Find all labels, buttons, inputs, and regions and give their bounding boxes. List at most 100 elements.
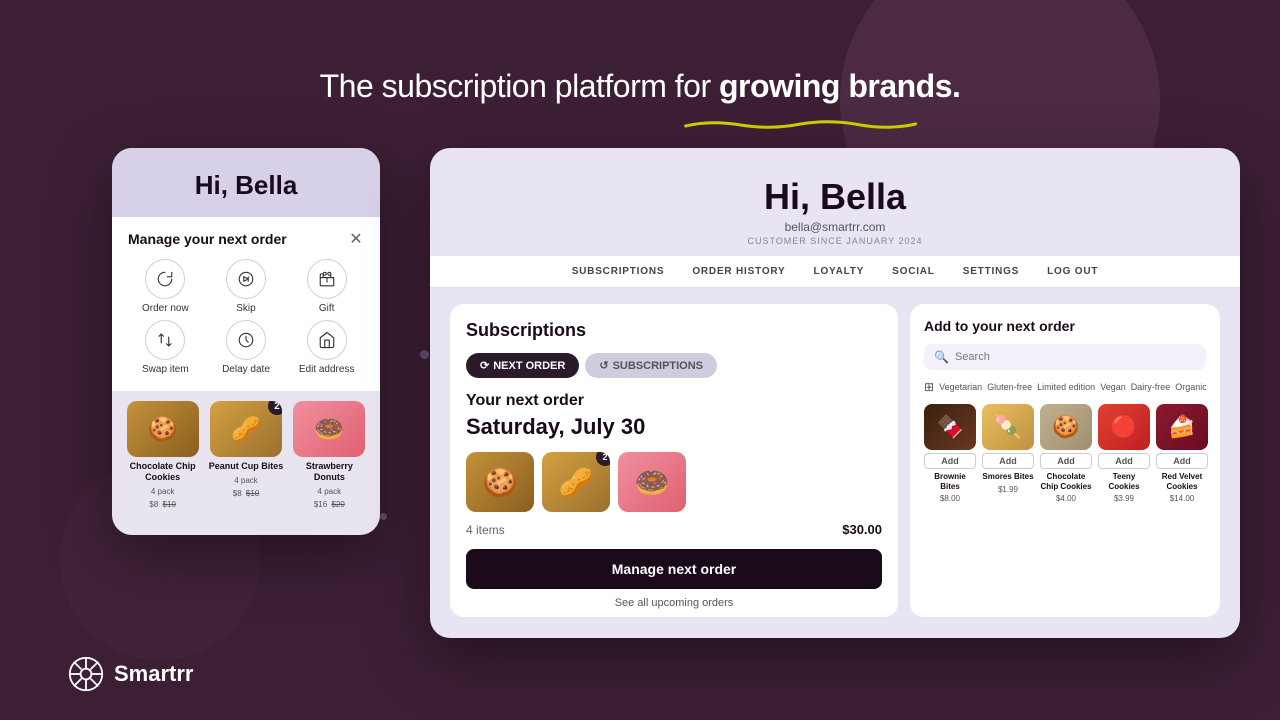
add-teeny-button[interactable]: Add bbox=[1098, 453, 1150, 469]
nav-logout[interactable]: LOG OUT bbox=[1047, 266, 1098, 277]
add-product-choc-img: 🍪 bbox=[1040, 404, 1092, 450]
action-edit-address[interactable]: Edit address bbox=[289, 320, 364, 375]
nav-social[interactable]: SOCIAL bbox=[892, 266, 935, 277]
add-product-teeny-img: 🔴 bbox=[1098, 404, 1150, 450]
hero-section: The subscription platform for growing br… bbox=[320, 68, 961, 138]
mobile-card-header: Hi, Bella bbox=[112, 148, 380, 217]
window-header: Hi, Bella bella@smartrr.com CUSTOMER SIN… bbox=[430, 148, 1240, 256]
edit-address-icon bbox=[307, 320, 347, 360]
filter-vegan[interactable]: Vegan bbox=[1100, 382, 1126, 392]
gift-icon bbox=[307, 259, 347, 299]
underline-decoration bbox=[320, 101, 961, 138]
order-item-2: 🥜 2 bbox=[542, 452, 610, 512]
product-image-straw: 🍩 bbox=[293, 401, 365, 457]
product-pack-peanut: 4 pack bbox=[234, 476, 258, 485]
action-gift-label: Gift bbox=[319, 303, 335, 314]
filter-limited[interactable]: Limited edition bbox=[1037, 382, 1095, 392]
smartrr-logo-icon bbox=[68, 656, 104, 692]
dialog-title: Manage your next order bbox=[128, 231, 364, 247]
desktop-greeting: Hi, Bella bbox=[430, 176, 1240, 218]
add-product-choc-name: Chocolate Chip Cookies bbox=[1040, 472, 1092, 491]
action-edit-address-label: Edit address bbox=[299, 364, 355, 375]
product-pack-straw: 4 pack bbox=[318, 487, 342, 496]
action-delay-label: Delay date bbox=[222, 364, 270, 375]
order-item-3: 🍩 bbox=[618, 452, 686, 512]
action-skip[interactable]: Skip bbox=[209, 259, 284, 314]
product-item: 🍪 Chocolate Chip Cookies 4 pack $8 $10 bbox=[124, 401, 201, 509]
subscriptions-tab-icon: ↺ bbox=[599, 359, 608, 372]
tab-subscriptions-label: SUBSCRIPTIONS bbox=[613, 360, 703, 372]
order-items: 🍪 🥜 2 🍩 bbox=[466, 452, 882, 512]
smartrr-logo: Smartrr bbox=[68, 656, 193, 692]
product-pack-choc: 4 pack bbox=[151, 487, 175, 496]
subscriptions-title: Subscriptions bbox=[466, 320, 882, 341]
dot bbox=[420, 350, 429, 359]
add-products-grid: 🍫 Add Brownie Bites $8.00 🍡 Add Smores B… bbox=[924, 404, 1206, 503]
delay-icon bbox=[226, 320, 266, 360]
action-gift[interactable]: Gift bbox=[289, 259, 364, 314]
next-order-icon: ⟳ bbox=[480, 359, 489, 372]
search-input[interactable] bbox=[955, 351, 1196, 363]
add-product-smores: 🍡 Add Smores Bites $1.99 bbox=[982, 404, 1034, 503]
add-product-velvet: 🍰 Add Red Velvet Cookies $14.00 bbox=[1156, 404, 1208, 503]
manage-next-order-button[interactable]: Manage next order bbox=[466, 549, 882, 589]
filter-chips: ⊞ Vegetarian Gluten-free Limited edition… bbox=[924, 380, 1206, 394]
action-skip-label: Skip bbox=[236, 303, 255, 314]
smartrr-logo-text: Smartrr bbox=[114, 661, 193, 687]
tabs: ⟳ NEXT ORDER ↺ SUBSCRIPTIONS bbox=[466, 353, 882, 378]
tab-next-order[interactable]: ⟳ NEXT ORDER bbox=[466, 353, 579, 378]
add-product-teeny-name: Teeny Cookies bbox=[1098, 472, 1150, 491]
nav-subscriptions[interactable]: SUBSCRIPTIONS bbox=[572, 266, 665, 277]
swap-icon bbox=[145, 320, 185, 360]
close-button[interactable]: ✕ bbox=[346, 229, 366, 249]
hero-text: The subscription platform for growing br… bbox=[320, 68, 961, 104]
hero-bold: growing brands. bbox=[719, 68, 960, 104]
add-product-velvet-img: 🍰 bbox=[1156, 404, 1208, 450]
see-all-orders-link[interactable]: See all upcoming orders bbox=[466, 597, 882, 609]
tab-subscriptions[interactable]: ↺ SUBSCRIPTIONS bbox=[585, 353, 717, 378]
next-order-date: Saturday, July 30 bbox=[466, 414, 882, 440]
filter-icon: ⊞ bbox=[924, 380, 934, 394]
add-brownie-button[interactable]: Add bbox=[924, 453, 976, 469]
add-choc-cookie-button[interactable]: Add bbox=[1040, 453, 1092, 469]
filter-vegetarian[interactable]: Vegetarian bbox=[939, 382, 982, 392]
dot bbox=[380, 513, 387, 520]
manage-dialog: Manage your next order ✕ Order now Skip bbox=[112, 217, 380, 391]
add-product-velvet-name: Red Velvet Cookies bbox=[1156, 472, 1208, 491]
add-product-brownie-name: Brownie Bites bbox=[924, 472, 976, 491]
product-emoji-straw: 🍩 bbox=[293, 401, 365, 457]
nav-order-history[interactable]: ORDER HISTORY bbox=[692, 266, 785, 277]
nav-settings[interactable]: SETTINGS bbox=[963, 266, 1019, 277]
filter-gluten-free[interactable]: Gluten-free bbox=[987, 382, 1032, 392]
window-body: Subscriptions ⟳ NEXT ORDER ↺ SUBSCRIPTIO… bbox=[430, 288, 1240, 633]
nav-loyalty[interactable]: LOYALTY bbox=[814, 266, 865, 277]
desktop-window: Hi, Bella bella@smartrr.com CUSTOMER SIN… bbox=[430, 148, 1240, 638]
filter-organic[interactable]: Organic bbox=[1175, 382, 1206, 392]
product-item: 🥜 2 Peanut Cup Bites 4 pack $8 $10 bbox=[207, 401, 284, 509]
add-product-smores-img: 🍡 bbox=[982, 404, 1034, 450]
add-product-brownie: 🍫 Add Brownie Bites $8.00 bbox=[924, 404, 976, 503]
action-swap[interactable]: Swap item bbox=[128, 320, 203, 375]
add-smores-button[interactable]: Add bbox=[982, 453, 1034, 469]
filter-dairy-free[interactable]: Dairy-free bbox=[1131, 382, 1171, 392]
action-order-now[interactable]: Order now bbox=[128, 259, 203, 314]
left-panel: Subscriptions ⟳ NEXT ORDER ↺ SUBSCRIPTIO… bbox=[450, 304, 898, 617]
order-item-2-badge: 2 bbox=[596, 452, 610, 466]
next-order-title: Your next order bbox=[466, 392, 882, 410]
add-panel-title: Add to your next order bbox=[924, 318, 1206, 334]
action-grid: Order now Skip Gift Swap i bbox=[128, 259, 364, 375]
product-name-straw: Strawberry Donuts bbox=[291, 461, 368, 483]
right-panel: Add to your next order 🔍 ⊞ Vegetarian Gl… bbox=[910, 304, 1220, 617]
order-items-count: 4 items bbox=[466, 523, 505, 537]
add-product-brownie-img: 🍫 bbox=[924, 404, 976, 450]
desktop-email: bella@smartrr.com bbox=[430, 220, 1240, 234]
order-item-2-emoji: 🥜 bbox=[559, 466, 594, 499]
product-item: 🍩 Strawberry Donuts 4 pack $16 $20 bbox=[291, 401, 368, 509]
action-delay[interactable]: Delay date bbox=[209, 320, 284, 375]
add-velvet-button[interactable]: Add bbox=[1156, 453, 1208, 469]
product-emoji-choc: 🍪 bbox=[127, 401, 199, 457]
add-product-smores-price: $1.99 bbox=[998, 485, 1018, 494]
product-image-choc: 🍪 bbox=[127, 401, 199, 457]
search-bar: 🔍 bbox=[924, 344, 1206, 370]
order-summary: 4 items $30.00 bbox=[466, 522, 882, 537]
